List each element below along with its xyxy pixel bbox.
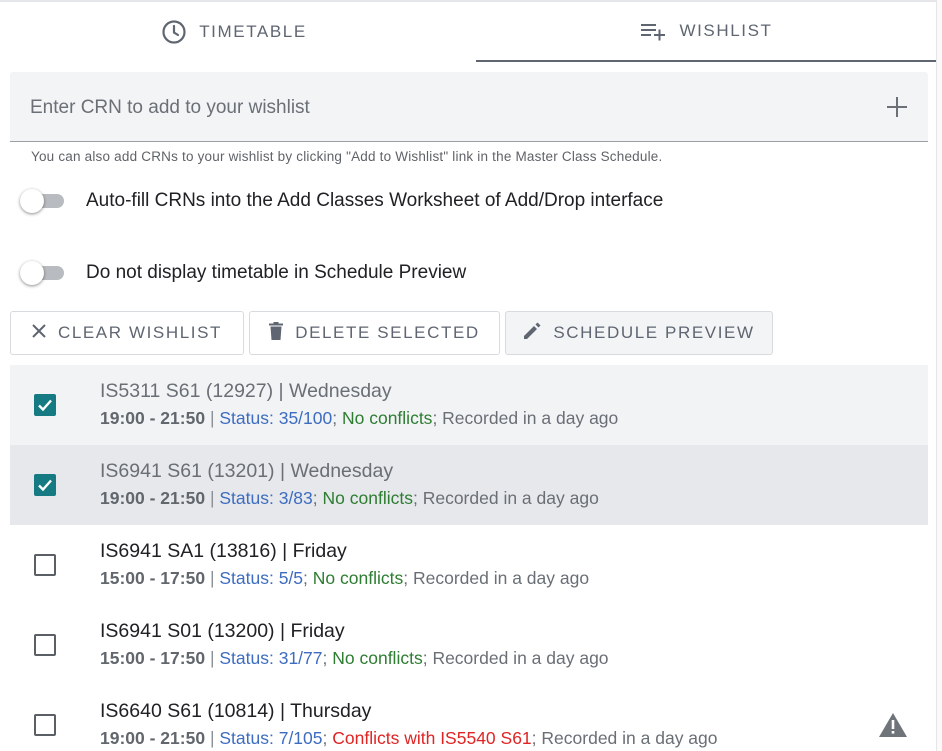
course-conflict: No conflicts: [332, 648, 423, 668]
tab-wishlist-label: WISHLIST: [679, 21, 773, 40]
course-recorded: Recorded in a day ago: [412, 568, 590, 588]
course-recorded: Recorded in a day ago: [422, 488, 599, 508]
course-recorded: Recorded in a day ago: [432, 648, 609, 668]
course-conflict: No conflicts: [341, 408, 433, 428]
trash-icon: [269, 321, 284, 345]
course-title: IS5311 S61 (12927): [100, 380, 274, 402]
hide-timetable-toggle-label: Do not display timetable in Schedule Pre…: [86, 262, 467, 283]
autofill-toggle-label: Auto-fill CRNs into the Add Classes Work…: [86, 190, 664, 211]
delete-selected-label: DELETE SELECTED: [295, 323, 480, 342]
course-title: IS6941 SA1 (13816): [100, 540, 277, 562]
course-title: IS6941 S61 (13201): [100, 460, 275, 482]
course-title-line: IS6640 S61 (10814) | Thursday: [100, 700, 372, 722]
course-day: Friday: [290, 620, 345, 642]
close-icon: [32, 323, 46, 343]
pencil-icon: [523, 322, 541, 345]
course-checkbox[interactable]: [34, 394, 56, 416]
course-detail-line: 15:00 - 17:50 | Status: 31/77; No confli…: [100, 648, 609, 668]
course-detail-line: 19:00 - 21:50 | Status: 35/100; No confl…: [100, 408, 619, 428]
course-status: Status: 31/77: [219, 648, 323, 668]
course-time: 19:00 - 21:50: [100, 488, 206, 508]
course-title: IS6640 S61 (10814): [100, 700, 275, 722]
course-day: Wednesday: [290, 460, 394, 482]
course-title-line: IS6941 S61 (13201) | Wednesday: [100, 460, 394, 482]
course-conflict: No conflicts: [312, 568, 404, 588]
course-time: 19:00 - 21:50: [100, 408, 206, 428]
course-recorded: Recorded in a day ago: [541, 728, 718, 748]
course-day: Wednesday: [289, 380, 392, 402]
course-title-line: IS6941 S01 (13200) | Friday: [100, 620, 345, 642]
tab-bar: TIMETABLE WISHLIST: [0, 2, 936, 62]
autofill-toggle[interactable]: [20, 188, 66, 214]
course-status: Status: 35/100: [219, 408, 333, 428]
autofill-toggle-row: Auto-fill CRNs into the Add Classes Work…: [20, 186, 663, 216]
clear-wishlist-button[interactable]: CLEAR WISHLIST: [10, 311, 244, 355]
add-icon[interactable]: [886, 96, 908, 118]
course-conflict: No conflicts: [322, 488, 413, 508]
clear-wishlist-label: CLEAR WISHLIST: [57, 323, 223, 342]
playlist-add-icon: [639, 19, 667, 43]
scrollbar[interactable]: [936, 0, 942, 751]
hide-timetable-toggle-row: Do not display timetable in Schedule Pre…: [20, 258, 466, 288]
list-item[interactable]: IS6941 S61 (13201) | Wednesday 19:00 - 2…: [10, 445, 928, 525]
course-day: Thursday: [290, 700, 372, 722]
tab-wishlist[interactable]: WISHLIST: [476, 2, 936, 62]
wishlist-hint: You can also add CRNs to your wishlist b…: [31, 149, 663, 164]
clock-icon: [161, 19, 187, 45]
course-time: 19:00 - 21:50: [100, 728, 206, 748]
course-time: 15:00 - 17:50: [100, 568, 206, 588]
course-title-line: IS6941 SA1 (13816) | Friday: [100, 540, 347, 562]
course-status: Status: 7/105: [219, 728, 323, 748]
course-detail-line: 15:00 - 17:50 | Status: 5/5; No conflict…: [100, 568, 590, 588]
crn-input[interactable]: [30, 94, 850, 122]
delete-selected-button[interactable]: DELETE SELECTED: [249, 311, 500, 355]
course-status: Status: 3/83: [219, 488, 313, 508]
list-item[interactable]: IS6640 S61 (10814) | Thursday 19:00 - 21…: [10, 685, 928, 751]
tab-timetable-label: TIMETABLE: [199, 22, 307, 41]
course-conflict: Conflicts with IS5540 S61: [332, 728, 532, 748]
course-detail-line: 19:00 - 21:50 | Status: 3/83; No conflic…: [100, 488, 599, 508]
crn-field: [10, 72, 928, 142]
course-recorded: Recorded in a day ago: [442, 408, 619, 428]
tab-timetable[interactable]: TIMETABLE: [0, 2, 468, 62]
warning-icon[interactable]: [878, 712, 908, 738]
course-time: 15:00 - 17:50: [100, 648, 206, 668]
list-item[interactable]: IS6941 S01 (13200) | Friday 15:00 - 17:5…: [10, 605, 928, 685]
course-detail-line: 19:00 - 21:50 | Status: 7/105; Conflicts…: [100, 728, 718, 748]
hide-timetable-toggle[interactable]: [20, 260, 66, 286]
course-day: Friday: [292, 540, 347, 562]
schedule-preview-button[interactable]: SCHEDULE PREVIEW: [505, 311, 773, 355]
course-status: Status: 5/5: [219, 568, 304, 588]
course-checkbox[interactable]: [34, 634, 56, 656]
course-title-line: IS5311 S61 (12927) | Wednesday: [100, 380, 392, 402]
course-checkbox[interactable]: [34, 554, 56, 576]
schedule-preview-label: SCHEDULE PREVIEW: [553, 323, 755, 342]
course-checkbox[interactable]: [34, 474, 56, 496]
wishlist: IS5311 S61 (12927) | Wednesday 19:00 - 2…: [10, 365, 928, 751]
course-title: IS6941 S01 (13200): [100, 620, 275, 642]
course-checkbox[interactable]: [34, 714, 56, 736]
list-item[interactable]: IS6941 SA1 (13816) | Friday 15:00 - 17:5…: [10, 525, 928, 605]
list-item[interactable]: IS5311 S61 (12927) | Wednesday 19:00 - 2…: [10, 365, 928, 445]
